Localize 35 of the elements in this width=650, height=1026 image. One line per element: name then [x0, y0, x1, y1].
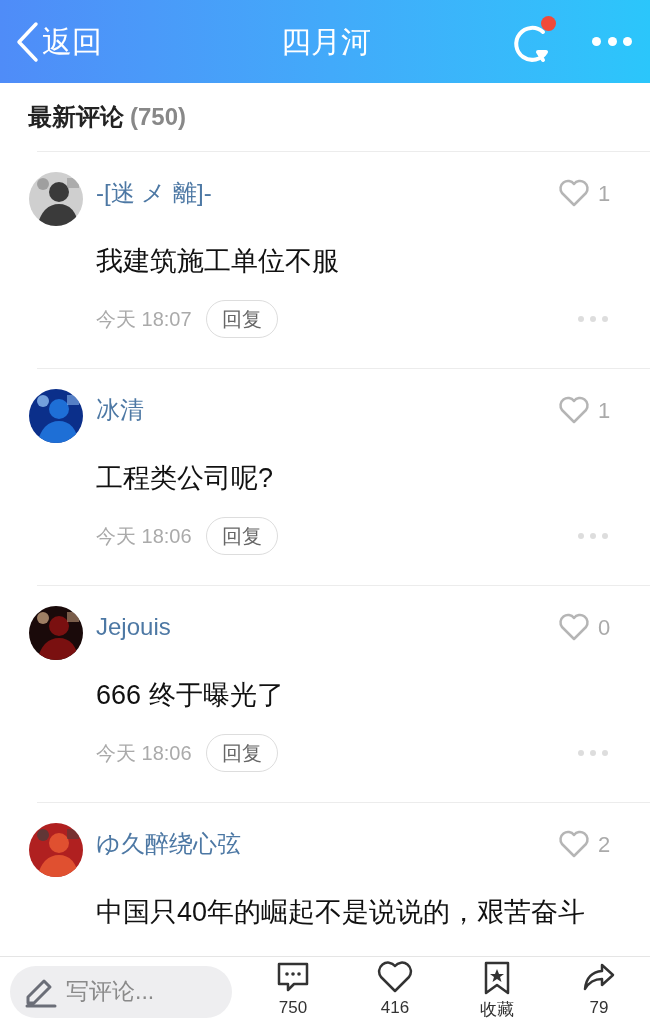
- back-button[interactable]: 返回: [14, 19, 102, 64]
- more-options-button[interactable]: [578, 748, 608, 758]
- more-options-button[interactable]: [578, 314, 608, 324]
- like-count: 2: [598, 830, 612, 859]
- comment-input-field[interactable]: 写评论...: [10, 965, 232, 1018]
- page-title: 四月河: [280, 24, 372, 60]
- comment-time: 今天 18:06: [96, 741, 192, 766]
- more-options-button[interactable]: [578, 531, 608, 541]
- user-name[interactable]: ゆ久醉绕心弦: [96, 826, 558, 862]
- heart-icon[interactable]: [558, 830, 590, 858]
- like-count: 1: [598, 396, 612, 425]
- comment-text: 工程类公司呢?: [96, 462, 275, 495]
- heart-icon[interactable]: [558, 613, 590, 641]
- heart-icon[interactable]: [558, 179, 590, 207]
- like-action-button[interactable]: 416: [355, 960, 435, 1023]
- favorite-action-button[interactable]: 收藏: [457, 960, 537, 1023]
- heart-icon[interactable]: [558, 396, 590, 424]
- like-count: 1: [598, 179, 612, 208]
- comment-text: 我建筑施工单位不服: [96, 245, 340, 278]
- user-name[interactable]: 冰清: [96, 392, 558, 428]
- bookmark-star-icon: [483, 960, 511, 995]
- comment-icon: [276, 960, 310, 993]
- comment-time: 今天 18:06: [96, 524, 192, 549]
- heart-icon: [376, 960, 414, 993]
- share-action-button[interactable]: 79: [559, 960, 639, 1023]
- comment-time: 今天 18:07: [96, 307, 192, 332]
- back-chevron-icon: [14, 20, 40, 63]
- comment-text: 666 终于曝光了: [96, 679, 285, 712]
- comment-text: 中国只40年的崛起不是说说的，艰苦奋斗: [96, 896, 587, 929]
- comment-count: (750): [130, 102, 187, 132]
- comment-action-button[interactable]: 750: [253, 960, 333, 1023]
- user-name[interactable]: Jejouis: [96, 609, 558, 645]
- user-name[interactable]: -[迷 メ 離]-: [96, 175, 558, 211]
- section-title: 最新评论: [28, 102, 124, 132]
- like-count: 0: [598, 613, 612, 642]
